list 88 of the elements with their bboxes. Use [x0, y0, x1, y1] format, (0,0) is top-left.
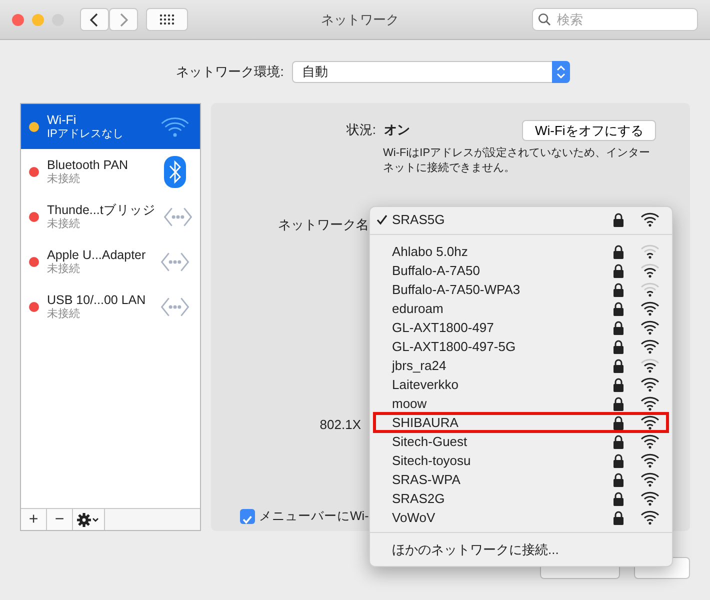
- network-item[interactable]: Sitech-toyosu: [370, 451, 672, 470]
- service-status: 未接続: [47, 308, 81, 321]
- lock-icon: [613, 302, 624, 316]
- search-field[interactable]: 検索: [532, 8, 698, 31]
- wifi-signal-icon: [640, 244, 660, 259]
- lock-icon: [613, 282, 624, 296]
- wifi-signal-icon: [640, 282, 660, 297]
- stepper-icon: [552, 61, 570, 83]
- network-item[interactable]: SHIBAURA: [374, 413, 668, 432]
- service-item[interactable]: Apple U...Adapter 未接続: [21, 239, 200, 284]
- wifi-signal-icon: [640, 415, 660, 430]
- network-item[interactable]: eduroam: [370, 299, 672, 318]
- search-icon: [538, 13, 551, 26]
- wifi-icon: [160, 114, 190, 138]
- location-label: ネットワーク環境:: [176, 63, 284, 82]
- network-name-label: ネットワーク名: [278, 217, 369, 232]
- network-item[interactable]: Laiteverkko: [370, 375, 672, 394]
- wifi-signal-icon: [640, 396, 660, 411]
- service-status: 未接続: [47, 218, 81, 231]
- status-description: Wi-FiはIPアドレスが設定されていないため、インターネットに接続できません。: [383, 146, 652, 176]
- service-status: 未接続: [47, 263, 81, 276]
- chevron-right-icon: [119, 12, 128, 26]
- service-item[interactable]: USB 10/...00 LAN 未接続: [21, 284, 200, 329]
- network-item[interactable]: GL-AXT1800-497-5G: [370, 337, 672, 356]
- location-popup[interactable]: 自動: [292, 61, 570, 83]
- service-item[interactable]: Bluetooth PAN 未接続: [21, 149, 200, 194]
- show-all-button[interactable]: [146, 8, 188, 31]
- lock-icon: [613, 244, 624, 258]
- wifi-off-button[interactable]: Wi-Fiをオフにする: [522, 120, 656, 140]
- checkbox-label: メニューバーにWi-: [259, 508, 369, 525]
- gear-menu-button[interactable]: [73, 509, 105, 530]
- network-item[interactable]: SRAS-WPA: [370, 470, 672, 489]
- network-item[interactable]: Buffalo-A-7A50: [370, 261, 672, 280]
- service-item[interactable]: Wi-Fi IPアドレスなし: [21, 104, 200, 149]
- close-button[interactable]: [12, 14, 24, 26]
- lock-icon: [613, 212, 624, 226]
- wifi-signal-icon: [640, 434, 660, 449]
- wifi-signal-icon: [640, 453, 660, 468]
- service-status: 未接続: [47, 173, 81, 186]
- wifi-signal-icon: [640, 510, 660, 525]
- wifi-signal-icon: [640, 377, 660, 392]
- grid-icon: [159, 14, 175, 25]
- network-item[interactable]: SRAS2G: [370, 489, 672, 508]
- status-value: オン: [384, 121, 410, 140]
- service-name: USB 10/...00 LAN: [47, 292, 147, 308]
- lock-icon: [613, 510, 624, 524]
- dot1x-label: 802.1X: [320, 417, 361, 432]
- lock-icon: [613, 416, 624, 430]
- lock-icon: [613, 358, 624, 372]
- service-name: Apple U...Adapter: [47, 247, 147, 262]
- remove-button[interactable]: −: [47, 509, 73, 530]
- service-status: IPアドレスなし: [47, 128, 124, 141]
- service-name: Wi-Fi: [47, 112, 78, 128]
- wifi-signal-icon: [640, 320, 660, 335]
- wifi-signal-icon: [640, 301, 660, 316]
- lock-icon: [613, 340, 624, 354]
- lock-icon: [613, 434, 624, 448]
- wifi-signal-icon: [640, 472, 660, 487]
- network-item[interactable]: SRAS5G: [370, 210, 672, 229]
- other-network-item[interactable]: ほかのネットワークに接続...: [370, 540, 672, 559]
- service-name: Thunde...tブリッジ: [47, 202, 156, 218]
- network-item[interactable]: VoWoV: [370, 508, 672, 527]
- chevron-left-icon: [90, 12, 99, 26]
- service-name: Bluetooth PAN: [47, 157, 130, 172]
- lock-icon: [613, 378, 624, 392]
- lock-icon: [613, 396, 624, 410]
- wifi-signal-icon: [640, 212, 660, 227]
- network-item[interactable]: Ahlabo 5.0hz: [370, 242, 672, 261]
- lock-icon: [613, 454, 624, 468]
- lock-icon: [613, 472, 624, 486]
- wifi-signal-icon: [640, 263, 660, 278]
- wifi-signal-icon: [640, 339, 660, 354]
- status-label: 状況:: [345, 121, 376, 140]
- wifi-signal-icon: [640, 491, 660, 506]
- wifi-signal-icon: [640, 358, 660, 373]
- network-item[interactable]: moow: [370, 394, 672, 413]
- network-item[interactable]: GL-AXT1800-497: [370, 318, 672, 337]
- lock-icon: [613, 492, 624, 506]
- back-button[interactable]: [80, 8, 109, 31]
- network-item[interactable]: jbrs_ra24: [370, 356, 672, 375]
- checkbox[interactable]: [240, 508, 255, 524]
- service-item[interactable]: Thunde...tブリッジ 未接続: [21, 194, 200, 239]
- add-button[interactable]: +: [21, 509, 47, 530]
- network-item[interactable]: Buffalo-A-7A50-WPA3: [370, 280, 672, 299]
- lock-icon: [613, 264, 624, 278]
- lock-icon: [613, 320, 624, 334]
- window-title: ネットワーク: [321, 12, 399, 27]
- network-item[interactable]: Sitech-Guest: [370, 432, 672, 451]
